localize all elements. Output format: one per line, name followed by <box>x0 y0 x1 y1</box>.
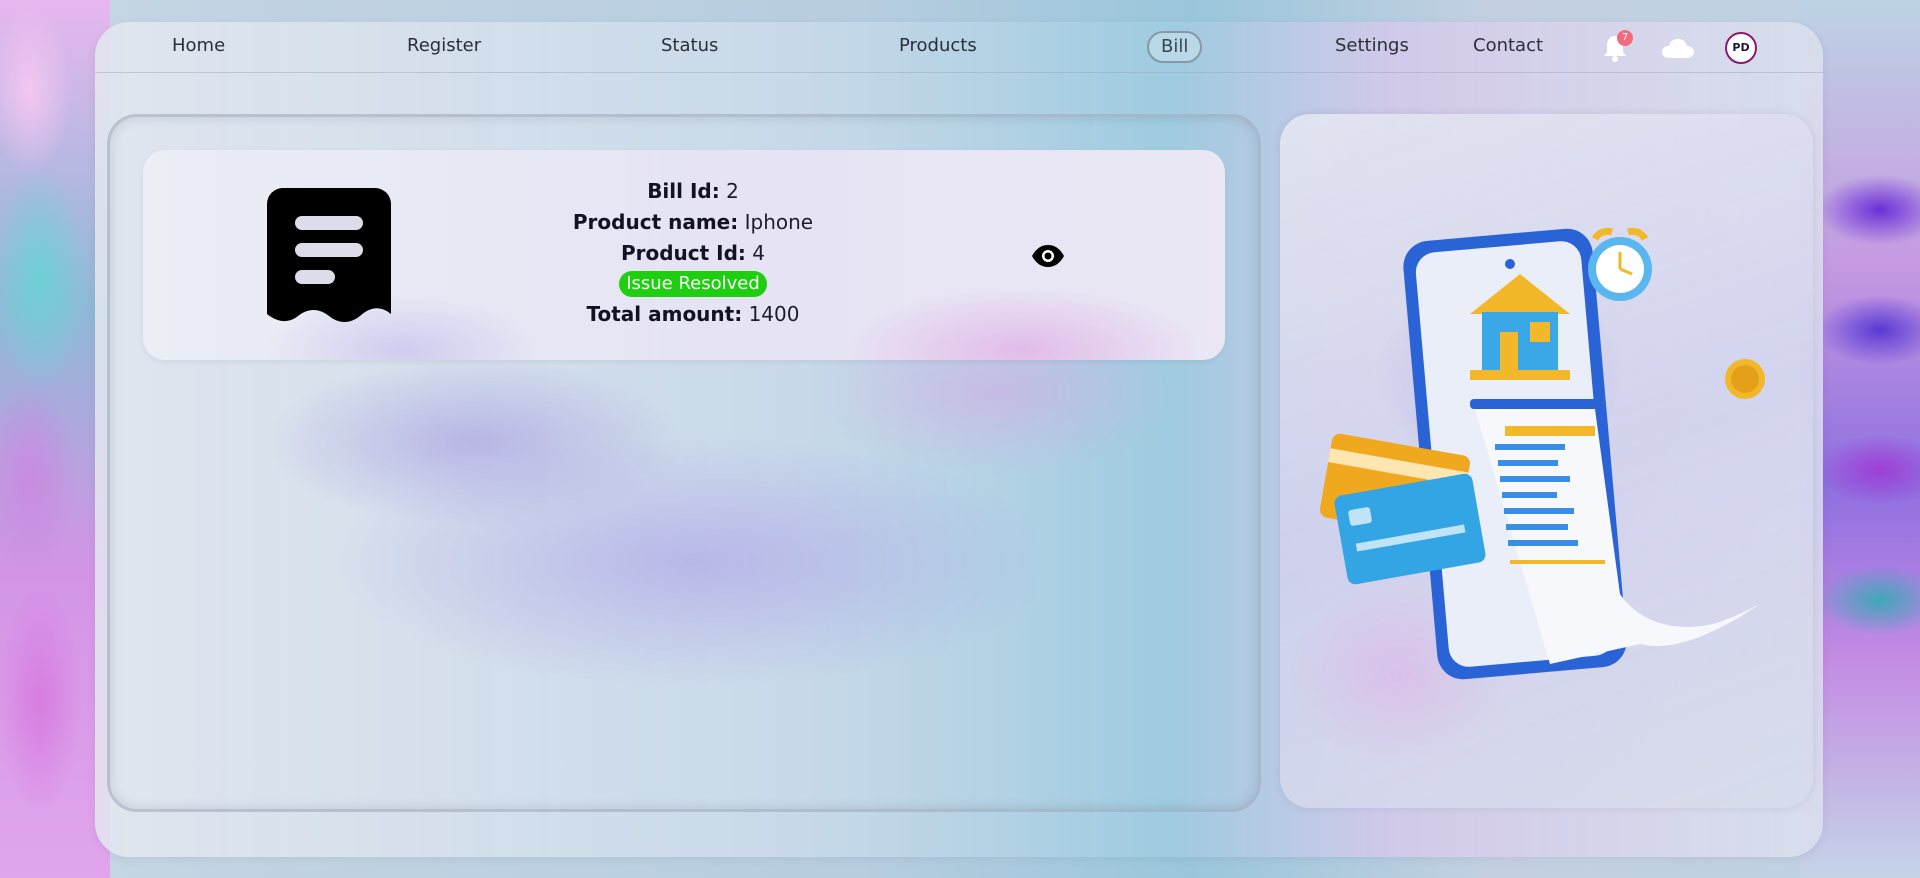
nav-status[interactable]: Status <box>661 34 718 58</box>
bill-id-label: Bill Id: <box>647 179 720 203</box>
illustration-panel <box>1280 114 1813 808</box>
avatar[interactable]: PD <box>1725 32 1757 64</box>
background-swirl-left <box>0 0 110 878</box>
product-id-label: Product Id: <box>620 241 746 265</box>
status-badge: Issue Resolved <box>619 271 767 297</box>
total-amount-value: 1400 <box>748 302 800 326</box>
nav-contact[interactable]: Contact <box>1473 34 1543 58</box>
bill-id-row: Bill Id: 2 <box>483 176 903 207</box>
product-name-value: Iphone <box>744 210 814 234</box>
nav-settings[interactable]: Settings <box>1335 34 1409 58</box>
eye-icon[interactable] <box>1031 244 1065 268</box>
nav-home[interactable]: Home <box>172 34 225 58</box>
total-amount-label: Total amount: <box>586 302 743 326</box>
product-id-row: Product Id: 4 <box>483 238 903 269</box>
cloud-icon[interactable] <box>1660 36 1696 60</box>
total-amount-row: Total amount: 1400 <box>483 299 903 330</box>
nav-register[interactable]: Register <box>407 34 481 58</box>
notification-badge: 7 <box>1617 30 1633 46</box>
receipt-icon <box>267 188 391 322</box>
status-row: Issue Resolved <box>483 269 903 299</box>
bill-list-panel: Bill Id: 2 Product name: Iphone Product … <box>107 114 1261 812</box>
product-id-value: 4 <box>752 241 766 265</box>
product-name-row: Product name: Iphone <box>483 207 903 238</box>
bill-id-value: 2 <box>726 179 739 203</box>
payment-illustration <box>1320 227 1765 680</box>
bill-details: Bill Id: 2 Product name: Iphone Product … <box>483 176 903 330</box>
product-name-label: Product name: <box>572 210 739 234</box>
bill-card: Bill Id: 2 Product name: Iphone Product … <box>143 150 1225 360</box>
app-frame: Home Register Status Products Bill Setti… <box>95 22 1823 857</box>
nav-products[interactable]: Products <box>899 34 977 58</box>
nav-bill[interactable]: Bill <box>1147 31 1203 63</box>
top-navigation: Home Register Status Products Bill Setti… <box>95 22 1823 73</box>
